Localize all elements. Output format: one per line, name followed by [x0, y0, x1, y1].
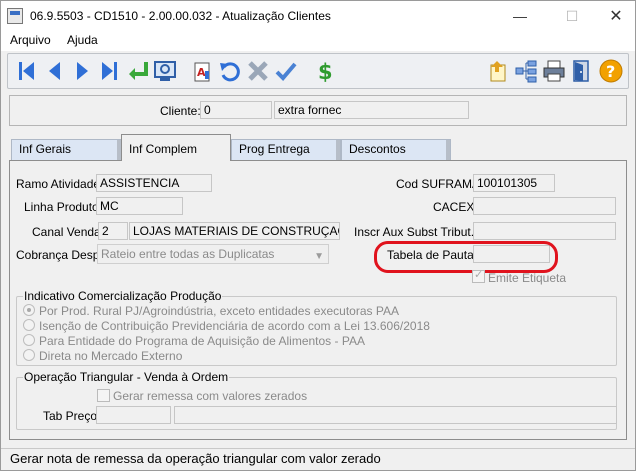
radio-prod-rural[interactable]: [23, 304, 35, 316]
tab-preco-label: Tab Preço:: [43, 409, 101, 423]
last-record-icon[interactable]: [97, 59, 121, 83]
emite-etiqueta-label: Emite Etiqueta: [488, 271, 567, 285]
gerar-remessa-checkbox[interactable]: [97, 389, 110, 402]
cacex-field[interactable]: [473, 197, 616, 215]
edit-text-icon[interactable]: A: [190, 59, 214, 83]
linha-produto-label: Linha Produto:: [24, 200, 103, 214]
svg-text:$: $: [318, 60, 333, 83]
menu-arquivo[interactable]: Arquivo: [10, 33, 51, 47]
canal-venda-label: Canal Venda:: [32, 225, 105, 239]
maximize-button[interactable]: ☐: [549, 1, 595, 32]
tree-icon[interactable]: [514, 59, 538, 83]
toolbar: A $ ?: [7, 53, 629, 89]
svg-text:A: A: [197, 66, 206, 79]
radio-isencao-label: Isenção de Contribuição Previdenciária d…: [39, 319, 430, 333]
canal-venda-code-field[interactable]: 2: [98, 222, 128, 240]
menu-bar: Arquivo Ajuda: [1, 32, 635, 51]
dollar-icon[interactable]: $: [313, 59, 337, 83]
tab-descontos[interactable]: Descontos: [341, 139, 451, 160]
gerar-remessa-label: Gerar remessa com valores zerados: [113, 389, 308, 403]
inscr-aux-label: Inscr Aux Subst Tribut.:: [354, 225, 478, 239]
app-window: 06.9.5503 - CD1510 - 2.00.00.032 - Atual…: [0, 0, 636, 471]
window-title: 06.9.5503 - CD1510 - 2.00.00.032 - Atual…: [30, 9, 331, 23]
canal-venda-name-field: LOJAS MATERIAIS DE CONSTRUÇAO: [129, 222, 340, 240]
exit-door-icon[interactable]: [570, 59, 594, 83]
tab-inf-complem[interactable]: Inf Complem: [121, 134, 231, 161]
indicativo-group-title: Indicativo Comercialização Produção: [23, 289, 223, 303]
emite-etiqueta-checkbox[interactable]: [472, 268, 485, 283]
radio-mercado-externo-label: Direta no Mercado Externo: [39, 349, 183, 363]
undo-icon[interactable]: [218, 59, 242, 83]
previous-record-icon[interactable]: [43, 59, 67, 83]
app-icon: [7, 8, 23, 24]
radio-paa[interactable]: [23, 334, 35, 346]
help-icon[interactable]: ?: [599, 59, 623, 83]
cobranca-desp-label: Cobrança Desp:: [16, 248, 103, 262]
client-name-field: extra fornec: [274, 101, 469, 119]
tab-preco-name-field: [174, 406, 617, 424]
tab-inf-gerais[interactable]: Inf Gerais: [11, 139, 122, 160]
delete-icon[interactable]: [246, 59, 270, 83]
ramo-atividade-label: Ramo Atividade:: [16, 177, 104, 191]
status-bar: Gerar nota de remessa da operação triang…: [1, 448, 635, 470]
close-button[interactable]: ✕: [593, 1, 636, 32]
chevron-down-icon: ▼: [314, 251, 324, 262]
client-label: Cliente:: [160, 104, 201, 118]
select-return-icon[interactable]: [126, 59, 150, 83]
cobranca-desp-select[interactable]: Rateio entre todas as Duplicatas ▼: [97, 244, 329, 264]
linha-produto-field[interactable]: MC: [96, 197, 183, 215]
first-record-icon[interactable]: [15, 59, 39, 83]
cod-suframa-label: Cod SUFRAMA:: [396, 177, 484, 191]
triangular-group-title: Operação Triangular - Venda à Ordem: [23, 370, 230, 384]
minimize-button[interactable]: —: [497, 1, 543, 32]
next-record-icon[interactable]: [70, 59, 94, 83]
radio-paa-label: Para Entidade do Programa de Aquisição d…: [39, 334, 365, 348]
cod-suframa-field[interactable]: 100101305: [473, 174, 555, 192]
client-code-field[interactable]: 0: [200, 101, 272, 119]
title-bar: 06.9.5503 - CD1510 - 2.00.00.032 - Atual…: [1, 1, 635, 32]
ramo-atividade-field[interactable]: ASSISTENCIA: [96, 174, 212, 192]
print-icon[interactable]: [542, 59, 566, 83]
radio-prod-rural-label: Por Prod. Rural PJ/Agroindústria, exceto…: [39, 304, 399, 318]
radio-mercado-externo[interactable]: [23, 349, 35, 361]
cacex-label: CACEX:: [433, 200, 478, 214]
cobranca-desp-value: Rateio entre todas as Duplicatas: [101, 247, 275, 261]
red-highlight-annotation: [374, 241, 558, 273]
inscr-aux-field[interactable]: [473, 222, 616, 240]
menu-ajuda[interactable]: Ajuda: [67, 33, 98, 47]
tab-prog-entrega[interactable]: Prog Entrega: [231, 139, 341, 160]
radio-isencao[interactable]: [23, 319, 35, 331]
confirm-icon[interactable]: [274, 59, 298, 83]
import-icon[interactable]: [485, 59, 509, 83]
svg-text:?: ?: [606, 62, 615, 81]
tab-preco-code-field[interactable]: [96, 406, 171, 424]
search-screen-icon[interactable]: [153, 59, 177, 83]
